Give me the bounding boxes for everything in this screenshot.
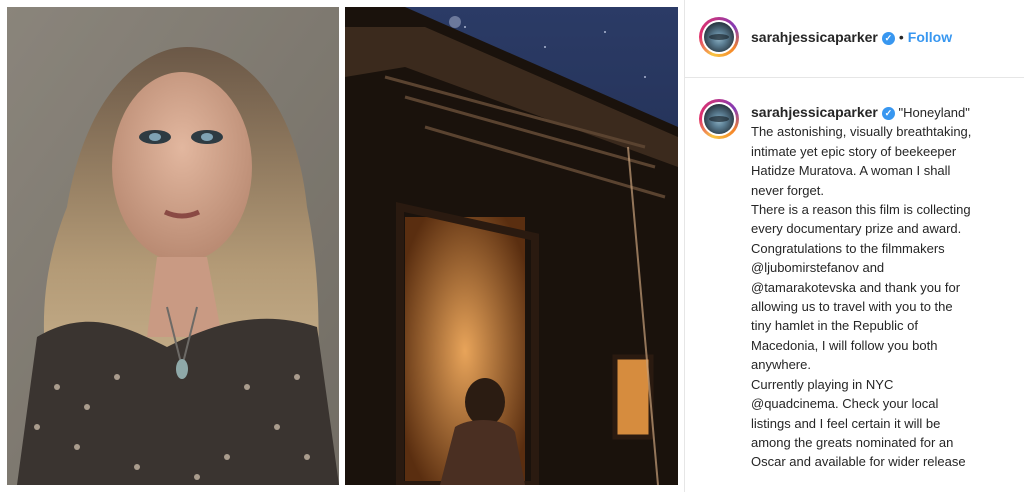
caption-line: Hatidze Muratova. A woman I shall (751, 163, 951, 179)
caption-line: @ljubomirstefanov and (751, 260, 885, 276)
caption-line: Currently playing in NYC (751, 376, 894, 392)
caption-line: @quadcinema. Check your local (751, 396, 939, 412)
caption-title: "Honeyland" (898, 105, 970, 120)
header-user-line: sarahjessicaparker ✓ • Follow (751, 29, 952, 45)
post-header: sarahjessicaparker ✓ • Follow (685, 0, 1024, 78)
caption-line: There is a reason this film is collectin… (751, 202, 971, 218)
caption-line: tiny hamlet in the Republic of (751, 318, 918, 334)
caption-line: The astonishing, visually breathtaking, (751, 124, 972, 140)
caption-line: anywhere. (751, 357, 811, 373)
verified-badge-icon: ✓ (881, 107, 895, 121)
caption-line: allowing us to travel with you to the (751, 299, 953, 315)
follow-button[interactable]: Follow (908, 29, 952, 45)
film-still-photo (345, 7, 678, 485)
profile-avatar-icon[interactable] (699, 17, 739, 57)
caption-line: @tamarakotevska and thank you for (751, 279, 961, 295)
caption-line: listings and I feel certain it will be (751, 415, 941, 431)
caption-username-link[interactable]: sarahjessicaparker (751, 104, 878, 120)
caption-line: Macedonia, I will follow you both (751, 337, 938, 353)
portrait-photo (7, 7, 339, 485)
instagram-post-panel: sarahjessicaparker ✓ • Follow sarahjessicap… (684, 0, 1024, 492)
caption-line: Congratulations to the filmmakers (751, 240, 945, 256)
caption-avatar-icon[interactable] (699, 99, 739, 139)
caption-line: never forget. (751, 182, 824, 198)
verified-badge-icon: ✓ (881, 31, 895, 45)
post-caption: sarahjessicaparker ✓ "Honeyland" The asto… (751, 103, 1021, 472)
username-link[interactable]: sarahjessicaparker (751, 29, 878, 45)
caption-line: among the greats nominated for an (751, 434, 954, 450)
caption-line: intimate yet epic story of beekeeper (751, 143, 957, 159)
caption-line: Oscar and available for wider release (751, 454, 966, 470)
caption-line: every documentary prize and award. (751, 221, 962, 237)
caption-first-line: sarahjessicaparker ✓ "Honeyland" (751, 103, 1021, 122)
separator-dot: • (898, 29, 904, 45)
